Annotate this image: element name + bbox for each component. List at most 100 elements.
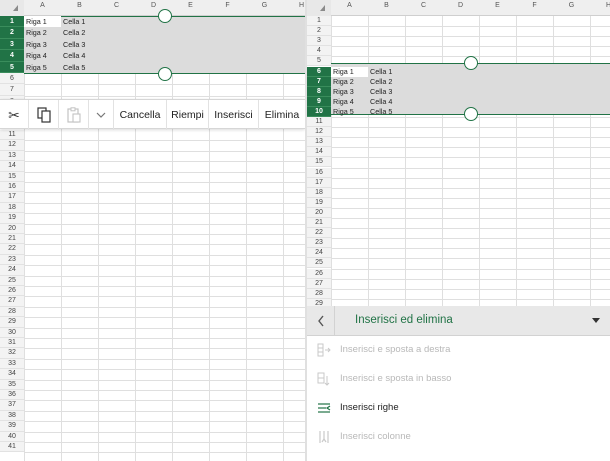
cell-b1[interactable]: Cella 1 [61,16,98,27]
row-header-30[interactable]: 30 [0,327,24,338]
right-row-header-24[interactable]: 24 [307,248,331,259]
row-header-36[interactable]: 36 [0,390,24,401]
right-selection-handle-bottom[interactable] [464,107,478,121]
row-header-37[interactable]: 37 [0,400,24,411]
row-header-19[interactable]: 19 [0,213,24,224]
column-header-f[interactable]: F [209,2,246,9]
column-header-b[interactable]: B [368,2,405,9]
column-header-g[interactable]: G [246,2,283,9]
right-cell-b10[interactable]: Cella 5 [368,107,405,117]
selection-handle-top[interactable] [158,9,172,23]
cell-b2[interactable]: Cella 2 [61,27,98,38]
column-header-d[interactable]: D [442,2,479,9]
right-cell-a10[interactable]: Riga 5 [331,107,368,117]
row-header-26[interactable]: 26 [0,286,24,297]
right-row-header-3[interactable]: 3 [307,36,331,47]
right-row-header-6[interactable]: 6 [307,66,331,77]
cell-b3[interactable]: Cella 3 [61,39,98,50]
row-header-28[interactable]: 28 [0,306,24,318]
row-header-22[interactable]: 22 [0,244,24,255]
right-row-header-13[interactable]: 13 [307,137,331,148]
row-header-38[interactable]: 38 [0,410,24,422]
right-row-header-1[interactable]: 1 [307,16,331,27]
right-row-header-18[interactable]: 18 [307,187,331,198]
row-header-33[interactable]: 33 [0,358,24,370]
row-header-14[interactable]: 14 [0,161,24,172]
right-cell-b7[interactable]: Cella 2 [368,77,405,87]
sheet-item-3[interactable]: Inserisci righe [307,394,610,423]
row-header-35[interactable]: 35 [0,379,24,390]
sheet-title[interactable]: Inserisci ed elimina [355,314,453,326]
row-header-5[interactable]: 5 [0,61,24,73]
right-row-header-4[interactable]: 4 [307,46,331,57]
clear-button[interactable]: Cancella [114,100,167,130]
select-all-corner[interactable] [0,0,24,16]
row-header-1[interactable]: 1 [0,16,24,28]
row-header-16[interactable]: 16 [0,182,24,193]
row-header-15[interactable]: 15 [0,171,24,182]
copy-button[interactable] [29,100,59,130]
row-header-29[interactable]: 29 [0,317,24,328]
right-selection-handle-top[interactable] [464,56,478,70]
right-row-header-8[interactable]: 8 [307,86,331,97]
row-header-2[interactable]: 2 [0,27,24,39]
right-cell-a9[interactable]: Riga 4 [331,97,368,107]
column-header-e[interactable]: E [479,2,516,9]
right-cell-b9[interactable]: Cella 4 [368,97,405,107]
right-row-header-25[interactable]: 25 [307,258,331,269]
right-row-header-12[interactable]: 12 [307,127,331,138]
right-row-header-26[interactable]: 26 [307,268,331,279]
row-header-31[interactable]: 31 [0,338,24,349]
column-header-h[interactable]: H [590,2,610,9]
row-header-20[interactable]: 20 [0,223,24,234]
column-header-c[interactable]: C [405,2,442,9]
row-header-25[interactable]: 25 [0,275,24,286]
column-header-e[interactable]: E [172,2,209,9]
row-header-24[interactable]: 24 [0,265,24,276]
row-header-41[interactable]: 41 [0,442,24,453]
fill-button[interactable]: Riempi [167,100,209,130]
row-header-18[interactable]: 18 [0,202,24,214]
row-header-4[interactable]: 4 [0,50,24,62]
right-row-header-21[interactable]: 21 [307,218,331,229]
right-row-header-20[interactable]: 20 [307,207,331,218]
row-header-39[interactable]: 39 [0,421,24,432]
right-row-header-22[interactable]: 22 [307,228,331,239]
right-row-header-16[interactable]: 16 [307,167,331,178]
cell-b4[interactable]: Cella 4 [61,50,98,61]
right-row-header-2[interactable]: 2 [307,26,331,37]
cell-b5[interactable]: Cella 5 [61,62,98,73]
row-header-27[interactable]: 27 [0,296,24,307]
row-header-13[interactable]: 13 [0,150,24,162]
right-row-header-9[interactable]: 9 [307,96,331,107]
column-header-c[interactable]: C [98,2,135,9]
row-header-3[interactable]: 3 [0,38,24,51]
right-row-header-10[interactable]: 10 [307,106,331,117]
right-cell-a7[interactable]: Riga 2 [331,77,368,87]
right-row-header-28[interactable]: 28 [307,288,331,299]
row-header-21[interactable]: 21 [0,234,24,245]
row-header-6[interactable]: 6 [0,73,24,85]
right-cell-a6[interactable]: Riga 1 [331,66,368,77]
sheet-back-button[interactable] [307,306,335,336]
paste-button[interactable] [59,100,89,130]
column-header-h[interactable]: H [283,2,305,9]
row-header-12[interactable]: 12 [0,140,24,151]
selection-handle-bottom[interactable] [158,67,172,81]
caret-down-icon[interactable] [592,318,600,323]
cell-a1[interactable]: Riga 1 [24,16,61,28]
cell-a3[interactable]: Riga 3 [24,39,61,50]
cell-a5[interactable]: Riga 5 [24,62,61,73]
column-header-f[interactable]: F [516,2,553,9]
cell-a4[interactable]: Riga 4 [24,50,61,61]
right-cell-b8[interactable]: Cella 3 [368,87,405,97]
column-header-a[interactable]: A [331,2,368,9]
right-row-header-17[interactable]: 17 [307,177,331,188]
right-cell-b6[interactable]: Cella 1 [368,67,405,77]
row-header-32[interactable]: 32 [0,348,24,359]
right-row-header-14[interactable]: 14 [307,147,331,158]
row-header-34[interactable]: 34 [0,369,24,380]
right-row-header-15[interactable]: 15 [307,157,331,168]
delete-button[interactable]: Elimina [259,100,305,130]
cut-button[interactable]: ✂ [0,100,29,130]
